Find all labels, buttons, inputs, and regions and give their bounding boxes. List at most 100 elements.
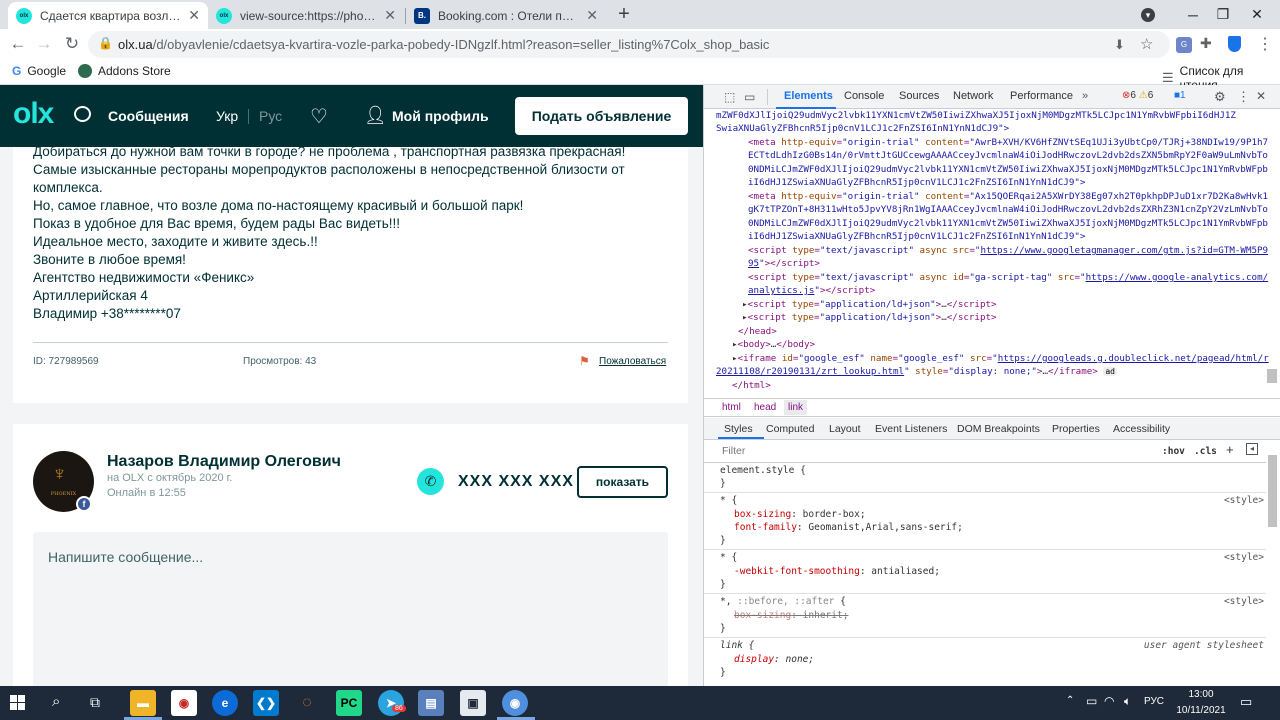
- subtab-event-listeners[interactable]: Event Listeners: [875, 423, 947, 435]
- script-node[interactable]: ▸<script type="application/ld+json">…</s…: [742, 311, 1280, 325]
- breadcrumb-item[interactable]: link: [784, 400, 808, 415]
- rule-source[interactable]: <style>: [1224, 596, 1264, 607]
- device-toolbar-icon[interactable]: ▭: [744, 90, 755, 104]
- code-line[interactable]: 0NDMiLCJmZWF0dXJlIjoiQ29udmVyc2lvbk11YXN…: [748, 163, 1280, 177]
- cls-toggle[interactable]: .cls: [1194, 446, 1217, 457]
- browser-menu-icon[interactable]: ⋮: [1257, 34, 1273, 54]
- seller-name[interactable]: Назаров Владимир Олегович: [107, 453, 341, 471]
- breadcrumb-item[interactable]: head: [754, 402, 776, 413]
- shield-extension-icon[interactable]: [1228, 36, 1241, 52]
- install-icon[interactable]: ⬇: [1114, 37, 1125, 53]
- code-line[interactable]: SwiaXNUaGlyZFBhcnR5Ijp0cnV1LCJ1c2FnZSI6I…: [716, 122, 1280, 136]
- iframe-link[interactable]: https://googleads.g.doubleclick.net/page…: [998, 353, 1269, 364]
- subtab-dom-breakpoints[interactable]: DOM Breakpoints: [957, 423, 1040, 435]
- task-view-icon[interactable]: ⧉: [90, 694, 100, 711]
- document-app-icon[interactable]: ▤: [418, 690, 444, 716]
- styles-scrollbar-thumb[interactable]: [1268, 455, 1277, 527]
- antivirus-app-icon[interactable]: ◉: [171, 690, 197, 716]
- edge-browser-icon[interactable]: e: [212, 690, 238, 716]
- window-app-icon[interactable]: ▣: [460, 690, 486, 716]
- post-ad-button[interactable]: Подать объявление: [515, 97, 688, 135]
- tab-network[interactable]: Network: [953, 90, 993, 102]
- hov-toggle[interactable]: :hov: [1162, 446, 1185, 457]
- browser-tab-booking[interactable]: B. Booking.com : Отели по направ ✕: [406, 2, 606, 29]
- subtab-computed[interactable]: Computed: [766, 423, 814, 435]
- close-icon[interactable]: ✕: [586, 7, 598, 24]
- script-node[interactable]: <script type="text/javascript" async id=…: [748, 271, 1280, 285]
- my-profile-link[interactable]: Мой профиль: [392, 108, 489, 124]
- styles-filter-input[interactable]: Filter: [716, 442, 1156, 460]
- script-link[interactable]: https://www.googletagmanager.com/gtm.js?…: [980, 245, 1268, 256]
- network-icon[interactable]: ▭: [1086, 694, 1097, 708]
- html-close-node[interactable]: </html>: [732, 379, 1280, 393]
- meta-node[interactable]: <meta http-equiv="origin-trial" content=…: [748, 190, 1280, 204]
- close-window-icon[interactable]: ✕: [1234, 0, 1280, 29]
- pycharm-icon[interactable]: PC: [336, 690, 362, 716]
- new-tab-button[interactable]: +: [612, 3, 636, 27]
- code-line[interactable]: ECTtdLdhIzG0Bs14n/0rVmttJtGUCcewgAAAACce…: [748, 149, 1280, 163]
- info-count[interactable]: ■1: [1174, 90, 1186, 101]
- new-style-rule-icon[interactable]: +: [1226, 442, 1234, 457]
- subtab-styles[interactable]: Styles: [724, 423, 753, 435]
- script-node[interactable]: ▸<script type="application/ld+json">…</s…: [742, 298, 1280, 312]
- bookmark-addons-store[interactable]: Addons Store: [78, 64, 171, 78]
- universal-rule[interactable]: * {: [720, 495, 1280, 506]
- breadcrumb-item[interactable]: html: [722, 402, 741, 413]
- windows-start-icon[interactable]: [10, 695, 26, 711]
- telegram-icon[interactable]: ➤: [378, 690, 404, 716]
- rule-source[interactable]: <style>: [1224, 552, 1264, 563]
- style-declaration[interactable]: -webkit-font-smoothing: antialiased;: [734, 566, 1280, 577]
- script-link[interactable]: https://www.google-analytics.com/: [1086, 272, 1269, 283]
- show-phone-button[interactable]: показать: [577, 466, 668, 498]
- code-line[interactable]: 0NDMiLCJmZWF0dXJlIjoiQ29udmVyc2lvbk11YXN…: [748, 217, 1280, 231]
- browser-tab-olx[interactable]: olx Сдается квартира возле Парка ✕: [8, 2, 208, 29]
- pseudo-rule[interactable]: *, ::before, ::after {: [720, 596, 1280, 607]
- lock-icon[interactable]: 🔒: [98, 36, 113, 50]
- head-close-node[interactable]: </head>: [738, 325, 1280, 339]
- address-bar[interactable]: 🔒 olx.ua/d/obyavlenie/cdaetsya-kvartira-…: [88, 31, 1170, 58]
- keyboard-language[interactable]: РУС: [1144, 696, 1164, 707]
- reload-icon[interactable]: ↻: [60, 32, 84, 56]
- vscode-icon[interactable]: ❮❯: [253, 690, 279, 716]
- clock-date[interactable]: 10/11/2021: [1176, 705, 1226, 716]
- code-line[interactable]: iI6dHJ1ZSwiaXNUaGlyZFBhcnR5Ijp0cnV1LCJ1c…: [748, 230, 1280, 244]
- tab-sources[interactable]: Sources: [899, 90, 939, 102]
- lang-rus[interactable]: Рус: [259, 108, 282, 124]
- tab-search-icon[interactable]: ▾: [1126, 0, 1170, 29]
- close-icon[interactable]: ✕: [188, 7, 200, 24]
- body-node[interactable]: ▸<body>…</body>: [732, 338, 1280, 352]
- search-icon[interactable]: ⌕: [52, 693, 60, 710]
- lang-ukr[interactable]: Укр: [216, 108, 238, 124]
- style-declaration[interactable]: display: none;: [734, 654, 1280, 665]
- notifications-icon[interactable]: ▭: [1240, 694, 1252, 710]
- forward-icon[interactable]: →: [32, 32, 56, 56]
- chrome-browser-icon[interactable]: ◉: [502, 690, 528, 716]
- close-devtools-icon[interactable]: ✕: [1256, 89, 1266, 103]
- file-explorer-icon[interactable]: ▬: [130, 690, 156, 716]
- script-node[interactable]: <script type="text/javascript" async src…: [748, 244, 1280, 258]
- meta-node[interactable]: <meta http-equiv="origin-trial" content=…: [748, 136, 1280, 150]
- translate-extension-icon[interactable]: G: [1176, 37, 1192, 53]
- chat-icon[interactable]: [74, 106, 91, 122]
- style-declaration[interactable]: box-sizing: border-box;: [734, 509, 1280, 520]
- messages-link[interactable]: Сообщения: [108, 108, 189, 124]
- tab-performance[interactable]: Performance: [1010, 90, 1073, 102]
- flag-icon[interactable]: ⚑: [579, 354, 590, 368]
- volume-icon[interactable]: 🔈︎: [1124, 694, 1131, 709]
- rule-source[interactable]: <style>: [1224, 495, 1264, 506]
- script-link[interactable]: analytics.js: [748, 285, 814, 296]
- tab-console[interactable]: Console: [844, 90, 884, 102]
- favorites-heart-icon[interactable]: ♡: [310, 104, 328, 129]
- subtab-layout[interactable]: Layout: [829, 423, 861, 435]
- code-line[interactable]: gK7tTPZOnT+8H311wHto5JpvYV8jRn1WgIAAACce…: [748, 203, 1280, 217]
- more-options-icon[interactable]: ⋮: [1237, 89, 1250, 105]
- olx-logo[interactable]: olx: [13, 97, 54, 131]
- code-line[interactable]: iI6dHJ1ZSwiaXNUaGlyZFBhcnR5Ijp0cnV1LCJ1c…: [748, 176, 1280, 190]
- code-line[interactable]: 95"></script>: [748, 257, 1280, 271]
- style-declaration-overridden[interactable]: box-sizing: inherit;: [734, 610, 1280, 621]
- close-icon[interactable]: ✕: [384, 7, 396, 24]
- script-link[interactable]: 95: [748, 258, 759, 269]
- iframe-link[interactable]: 20211108/r20190131/zrt_lookup.html: [716, 366, 904, 377]
- tray-chevron-icon[interactable]: ⌃: [1066, 695, 1074, 706]
- bookmark-star-icon[interactable]: ☆: [1140, 35, 1153, 53]
